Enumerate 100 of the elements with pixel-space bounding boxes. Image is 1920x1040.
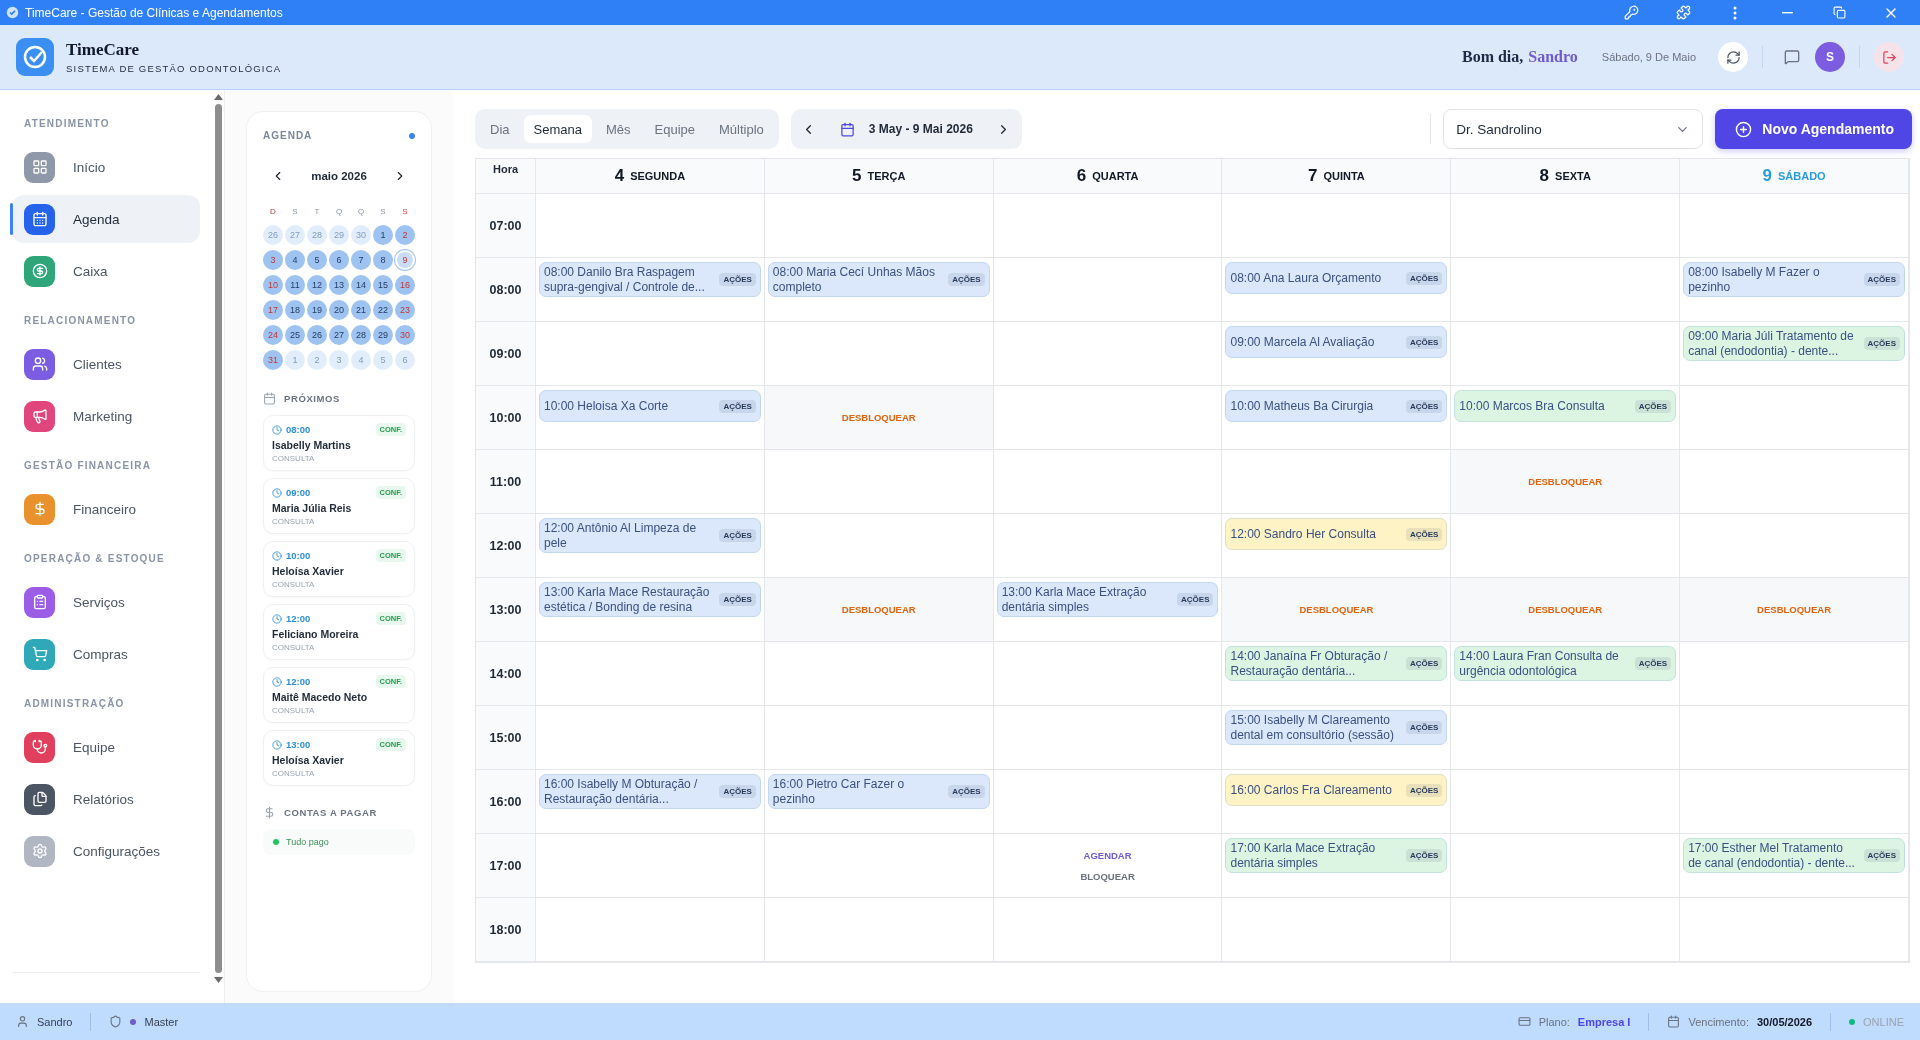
- actions-button[interactable]: AÇÕES: [1405, 849, 1443, 862]
- actions-button[interactable]: AÇÕES: [719, 399, 756, 413]
- calendar-slot[interactable]: [1680, 450, 1909, 514]
- sidebar-item[interactable]: Equipe: [12, 723, 200, 771]
- calendar-slot[interactable]: [993, 642, 1223, 706]
- view-tab[interactable]: Mês: [595, 115, 641, 143]
- actions-button[interactable]: AÇÕES: [1634, 399, 1672, 413]
- view-tab[interactable]: Equipe: [644, 115, 705, 143]
- calendar-slot[interactable]: [764, 898, 994, 962]
- calendar-day[interactable]: 11: [285, 275, 305, 295]
- calendar-day[interactable]: 12: [307, 275, 327, 295]
- calendar-slot[interactable]: [993, 514, 1223, 578]
- actions-button[interactable]: AÇÕES: [719, 273, 756, 286]
- calendar-slot[interactable]: [993, 706, 1223, 770]
- professional-select[interactable]: Dr. Sandrolino: [1443, 109, 1704, 149]
- calendar-day[interactable]: 4: [285, 250, 305, 270]
- sidebar-item[interactable]: Serviços: [12, 578, 200, 626]
- appointment-card[interactable]: 16:00 Pietro Car Fazer o pezinho AÇÕES: [767, 774, 990, 809]
- calendar-day[interactable]: 27: [329, 325, 349, 345]
- calendar-slot[interactable]: [1451, 834, 1681, 898]
- actions-button[interactable]: AÇÕES: [1405, 783, 1443, 797]
- calendar-slot[interactable]: [1222, 194, 1452, 258]
- sidebar-item[interactable]: Caixa: [12, 247, 200, 295]
- scroll-up-icon[interactable]: [213, 94, 223, 100]
- calendar-day[interactable]: 22: [373, 300, 393, 320]
- calendar-slot[interactable]: [993, 322, 1223, 386]
- calendar-slot[interactable]: [536, 322, 765, 386]
- block-button[interactable]: BLOQUEAR: [1080, 870, 1135, 882]
- calendar-day[interactable]: 20: [329, 300, 349, 320]
- user-avatar[interactable]: S: [1815, 42, 1845, 72]
- calendar-slot[interactable]: [1222, 450, 1452, 514]
- calendar-day[interactable]: 21: [351, 300, 371, 320]
- appointment-card[interactable]: 10:00 Heloisa Xa Corte AÇÕES: [539, 390, 761, 422]
- appointment-card[interactable]: 09:00 Marcela Al Avaliação AÇÕES: [1225, 326, 1448, 358]
- appointment-card[interactable]: 08:00 Maria Cecí Unhas Mãos completo AÇÕES: [767, 262, 990, 297]
- calendar-slot[interactable]: [764, 194, 994, 258]
- calendar-slot[interactable]: [764, 322, 994, 386]
- actions-button[interactable]: AÇÕES: [1634, 657, 1672, 670]
- appointment-card[interactable]: 10:00 Marcos Bra Consulta AÇÕES: [1454, 390, 1677, 422]
- actions-button[interactable]: AÇÕES: [1863, 273, 1900, 286]
- new-appointment-button[interactable]: Novo Agendamento: [1715, 109, 1912, 149]
- calendar-slot[interactable]: [536, 194, 765, 258]
- calendar-slot[interactable]: [993, 770, 1223, 834]
- refresh-button[interactable]: [1718, 42, 1748, 72]
- sidebar-item[interactable]: Agenda: [12, 195, 200, 243]
- calendar-slot[interactable]: [764, 514, 994, 578]
- sidebar-item[interactable]: Compras: [12, 630, 200, 678]
- actions-button[interactable]: AÇÕES: [948, 273, 985, 286]
- actions-button[interactable]: AÇÕES: [948, 785, 985, 798]
- actions-button[interactable]: AÇÕES: [719, 593, 756, 606]
- appointment-card[interactable]: 08:00 Ana Laura Orçamento AÇÕES: [1225, 262, 1448, 294]
- calendar-slot[interactable]: [536, 450, 765, 514]
- appointment-card[interactable]: 10:00 Matheus Ba Cirurgia AÇÕES: [1225, 390, 1448, 422]
- calendar-day[interactable]: 18: [285, 300, 305, 320]
- calendar-day[interactable]: 14: [351, 275, 371, 295]
- calendar-slot[interactable]: [536, 898, 765, 962]
- calendar-slot[interactable]: [1680, 898, 1909, 962]
- actions-button[interactable]: AÇÕES: [1405, 399, 1443, 413]
- actions-button[interactable]: AÇÕES: [1405, 721, 1443, 734]
- sidebar-item[interactable]: Início: [12, 143, 200, 191]
- actions-button[interactable]: AÇÕES: [719, 529, 756, 542]
- view-tab[interactable]: Dia: [480, 115, 520, 143]
- calendar-slot[interactable]: [1680, 642, 1909, 706]
- appointment-card[interactable]: 08:00 Danilo Bra Raspagem supra-gengival / Controle de... AÇÕES: [539, 262, 761, 297]
- actions-button[interactable]: AÇÕES: [1863, 337, 1900, 350]
- actions-button[interactable]: AÇÕES: [1405, 527, 1443, 541]
- calendar-slot[interactable]: [993, 450, 1223, 514]
- view-tab[interactable]: Semana: [523, 115, 592, 143]
- calendar-day[interactable]: 25: [285, 325, 305, 345]
- appointment-card[interactable]: 16:00 Isabelly M Obturação / Restauração dentária... AÇÕES: [539, 774, 761, 809]
- actions-button[interactable]: AÇÕES: [1177, 593, 1214, 606]
- appointment-card[interactable]: 13:00 Karla Mace Restauração estética / Bonding de resina AÇÕES: [539, 582, 761, 617]
- calendar-slot[interactable]: [993, 258, 1223, 322]
- calendar-day[interactable]: 13: [329, 275, 349, 295]
- actions-button[interactable]: AÇÕES: [719, 785, 756, 798]
- actions-button[interactable]: AÇÕES: [1405, 657, 1443, 670]
- actions-button[interactable]: AÇÕES: [1405, 335, 1443, 349]
- calendar-slot[interactable]: [764, 706, 994, 770]
- calendar-slot[interactable]: [1451, 770, 1681, 834]
- appointment-card[interactable]: 17:00 Karla Mace Extração dentária simples AÇÕES: [1225, 838, 1448, 873]
- appointment-card[interactable]: 08:00 Isabelly M Fazer o pezinho AÇÕES: [1683, 262, 1905, 297]
- calendar-slot[interactable]: [1222, 898, 1452, 962]
- appointment-card[interactable]: 16:00 Carlos Fra Clareamento AÇÕES: [1225, 774, 1448, 806]
- calendar-slot[interactable]: [993, 898, 1223, 962]
- calendar-slot[interactable]: [1451, 706, 1681, 770]
- calendar-slot[interactable]: [764, 834, 994, 898]
- calendar-day[interactable]: 26: [307, 325, 327, 345]
- calendar-slot[interactable]: [993, 386, 1223, 450]
- appointment-card[interactable]: 09:00 Maria Júli Tratamento de canal (endodontia) - dente... AÇÕES: [1683, 326, 1905, 361]
- calendar-day[interactable]: 7: [351, 250, 371, 270]
- calendar-slot[interactable]: [1680, 514, 1909, 578]
- actions-button[interactable]: AÇÕES: [1405, 271, 1443, 285]
- calendar-slot[interactable]: [764, 642, 994, 706]
- sidebar-item[interactable]: Financeiro: [12, 485, 200, 533]
- calendar-slot[interactable]: [536, 642, 765, 706]
- appointment-card[interactable]: 14:00 Janaína Fr Obturação / Restauração dentária... AÇÕES: [1225, 646, 1448, 681]
- calendar-day[interactable]: 8: [373, 250, 393, 270]
- calendar-slot[interactable]: [1680, 194, 1909, 258]
- appointment-card[interactable]: 17:00 Esther Mel Tratamento de canal (endodontia) - dente... AÇÕES: [1683, 838, 1905, 873]
- calendar-slot[interactable]: [1680, 386, 1909, 450]
